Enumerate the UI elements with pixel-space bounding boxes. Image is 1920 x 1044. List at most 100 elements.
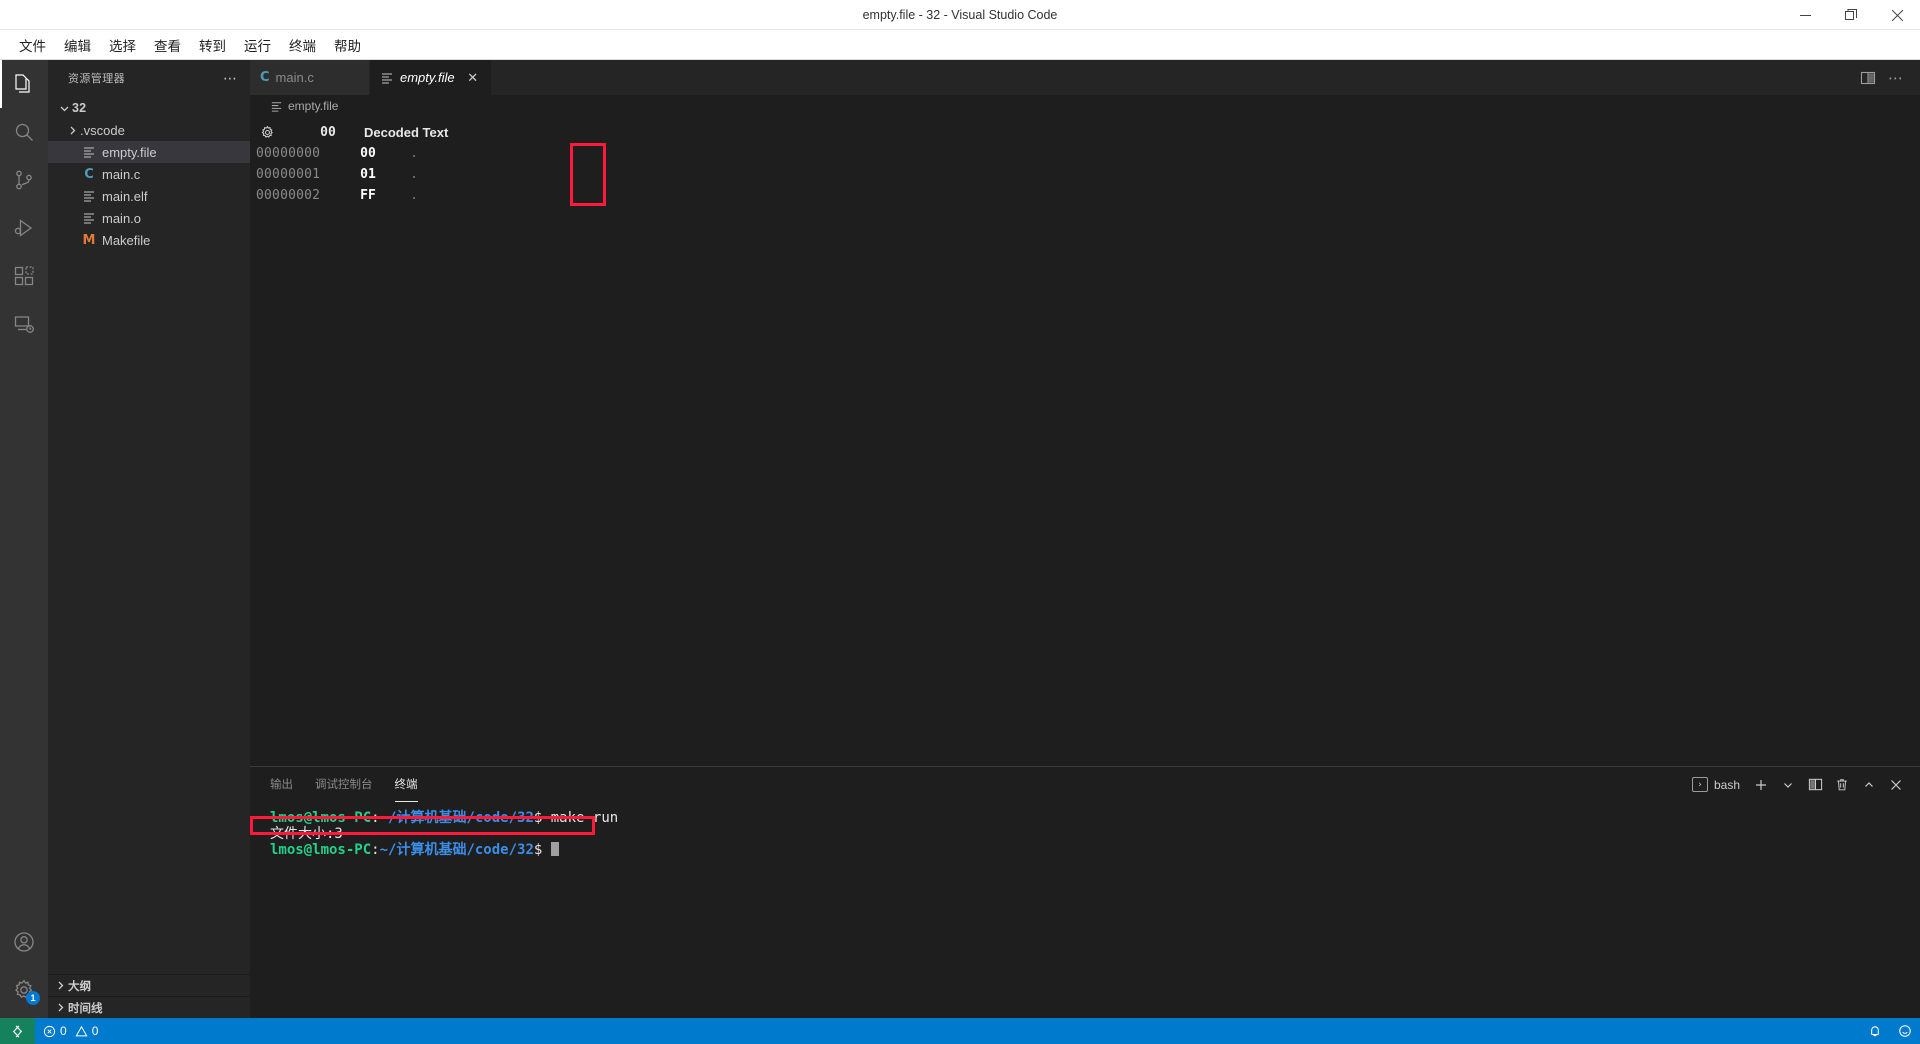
- error-count: 0: [60, 1024, 67, 1038]
- makefile-icon: M: [80, 233, 98, 248]
- terminal-dropdown-icon[interactable]: [1776, 773, 1800, 797]
- terminal-selector[interactable]: › bash: [1688, 776, 1746, 793]
- vscode-window: empty.file - 32 - Visual Studio Code 文件 …: [0, 0, 1920, 1044]
- menu-run[interactable]: 运行: [235, 32, 280, 58]
- sidebar-section-outline[interactable]: 大纲: [48, 974, 250, 996]
- manage-settings-icon[interactable]: 1: [0, 966, 48, 1014]
- activity-search-icon[interactable]: [0, 108, 48, 156]
- hex-offset: 00000001: [250, 167, 348, 182]
- remote-host-indicator[interactable]: [0, 1018, 35, 1044]
- problems-status[interactable]: 0 0: [35, 1018, 106, 1044]
- c-file-icon: C: [260, 70, 270, 85]
- minimize-button[interactable]: [1782, 0, 1828, 30]
- menu-file[interactable]: 文件: [10, 32, 55, 58]
- tab-close-icon[interactable]: ✕: [465, 70, 481, 86]
- close-panel-icon[interactable]: [1884, 773, 1908, 797]
- tree-row-vscode[interactable]: .vscode: [48, 119, 250, 141]
- menu-go[interactable]: 转到: [190, 32, 235, 58]
- terminal-command: $ make run: [534, 810, 618, 826]
- activity-explorer-icon[interactable]: [0, 60, 48, 108]
- editor-more-actions-icon[interactable]: ⋯: [1884, 66, 1908, 90]
- bottom-panel: 输出 调试控制台 终端 › bash: [250, 766, 1920, 1018]
- terminal-output[interactable]: lmos@lmos-PC:~/计算机基础/code/32$ make run 文…: [250, 802, 1920, 1018]
- workbench-body: 1 资源管理器 ⋯ 32: [0, 60, 1920, 1018]
- tree-label-root: 32: [72, 101, 86, 115]
- editor-tabs: C main.c empty.file ✕: [250, 60, 492, 95]
- sidebar-header: 资源管理器 ⋯: [48, 60, 250, 95]
- terminal-line: lmos@lmos-PC:~/计算机基础/code/32$: [270, 842, 1920, 858]
- tree-row-main-c[interactable]: C main.c: [48, 163, 250, 185]
- hex-byte-cell[interactable]: 01: [348, 167, 388, 182]
- tree-row-folder-32[interactable]: 32: [48, 97, 250, 119]
- activity-extensions-icon[interactable]: [0, 252, 48, 300]
- menu-terminal[interactable]: 终端: [280, 32, 325, 58]
- breadcrumb-label: empty.file: [288, 99, 338, 113]
- panel-tab-debug-console[interactable]: 调试控制台: [315, 767, 373, 802]
- hex-offset: 00000002: [250, 188, 348, 203]
- hex-row[interactable]: 00000001 01 .: [250, 164, 1920, 185]
- maximize-button[interactable]: [1828, 0, 1874, 30]
- tab-main-c[interactable]: C main.c: [250, 60, 370, 95]
- hex-offset: 00000000: [250, 146, 348, 161]
- warning-count: 0: [92, 1024, 99, 1038]
- split-editor-icon[interactable]: [1856, 66, 1880, 90]
- hex-row[interactable]: 00000002 FF .: [250, 185, 1920, 206]
- notifications-bell-icon[interactable]: [1860, 1018, 1890, 1044]
- terminal-user-host: lmos@lmos-PC: [270, 842, 371, 858]
- tree-row-main-o[interactable]: main.o: [48, 207, 250, 229]
- editor-area: C main.c empty.file ✕: [250, 60, 1920, 1018]
- panel-tabs: 输出 调试控制台 终端: [270, 767, 418, 802]
- hex-decoded-cell[interactable]: .: [404, 146, 424, 161]
- panel-actions: › bash: [1688, 773, 1908, 797]
- hex-decoded-cell[interactable]: .: [404, 188, 424, 203]
- hex-byte-cell[interactable]: FF: [348, 188, 388, 203]
- file-tree: 32 .vscode empty.file: [48, 95, 250, 974]
- status-bar-right: [1860, 1018, 1920, 1044]
- sidebar-collapsed-sections: 大纲 时间线: [48, 974, 250, 1018]
- window-controls: [1782, 0, 1920, 30]
- feedback-icon[interactable]: [1890, 1018, 1920, 1044]
- kill-terminal-icon[interactable]: [1830, 773, 1854, 797]
- sidebar-section-label-outline: 大纲: [68, 978, 91, 994]
- activity-run-debug-icon[interactable]: [0, 204, 48, 252]
- terminal-separator: :: [371, 810, 379, 826]
- hex-byte-cell[interactable]: 00: [348, 146, 388, 161]
- hex-row[interactable]: 00000000 00 .: [250, 143, 1920, 164]
- new-terminal-icon[interactable]: [1749, 773, 1773, 797]
- activity-source-control-icon[interactable]: [0, 156, 48, 204]
- editor-actions: ⋯: [1856, 60, 1920, 95]
- tree-row-makefile[interactable]: M Makefile: [48, 229, 250, 251]
- menu-select[interactable]: 选择: [100, 32, 145, 58]
- hex-header-row: 00 Decoded Text: [250, 121, 1920, 143]
- generic-file-icon: [80, 189, 98, 203]
- split-terminal-icon[interactable]: [1803, 773, 1827, 797]
- maximize-panel-icon[interactable]: [1857, 773, 1881, 797]
- accounts-icon[interactable]: [0, 918, 48, 966]
- terminal-program-output: 文件大小:3: [270, 826, 343, 842]
- breadcrumb[interactable]: empty.file: [250, 95, 1920, 117]
- editor-tab-bar: C main.c empty.file ✕: [250, 60, 1920, 95]
- gear-icon[interactable]: [256, 125, 308, 140]
- tree-row-main-elf[interactable]: main.elf: [48, 185, 250, 207]
- generic-file-icon: [270, 100, 283, 113]
- terminal-cursor: [551, 842, 559, 856]
- terminal-prompt-symbol: $: [534, 842, 551, 858]
- activity-remote-explorer-icon[interactable]: [0, 300, 48, 348]
- panel-tab-terminal[interactable]: 终端: [395, 767, 418, 802]
- menu-bar: 文件 编辑 选择 查看 转到 运行 终端 帮助: [0, 30, 1920, 60]
- tab-empty-file[interactable]: empty.file ✕: [370, 60, 492, 95]
- generic-file-icon: [80, 145, 98, 159]
- tree-label-main-elf: main.elf: [102, 189, 148, 204]
- menu-help[interactable]: 帮助: [325, 32, 370, 58]
- close-window-button[interactable]: [1874, 0, 1920, 30]
- menu-view[interactable]: 查看: [145, 32, 190, 58]
- panel-tab-output[interactable]: 输出: [270, 767, 293, 802]
- generic-file-icon: [380, 71, 394, 85]
- sidebar-section-timeline[interactable]: 时间线: [48, 996, 250, 1018]
- sidebar-views-more-icon[interactable]: ⋯: [223, 74, 238, 82]
- chevron-right-icon: [64, 125, 80, 136]
- panel-header: 输出 调试控制台 终端 › bash: [250, 767, 1920, 802]
- tree-row-empty-file[interactable]: empty.file: [48, 141, 250, 163]
- hex-decoded-cell[interactable]: .: [404, 167, 424, 182]
- menu-edit[interactable]: 编辑: [55, 32, 100, 58]
